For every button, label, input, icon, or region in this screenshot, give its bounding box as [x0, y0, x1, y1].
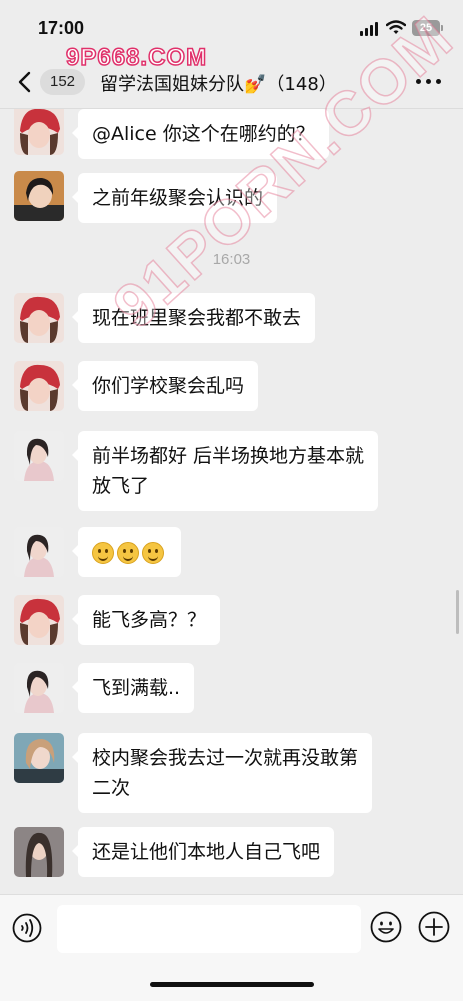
avatar-red-hat-girl[interactable]: [14, 595, 64, 645]
avatar-dark-hair-girl[interactable]: [14, 171, 64, 221]
message-bubble[interactable]: 飞到满载..: [71, 663, 195, 713]
message-bubble[interactable]: 能飞多高？？: [71, 595, 221, 645]
smile-emoji-icon: [117, 541, 139, 564]
message-line: 放飞了: [92, 475, 150, 497]
message-line: 前半场都好 后半场换地方基本就: [92, 445, 365, 467]
battery-icon: 25: [412, 20, 440, 36]
message-bubble[interactable]: 现在班里聚会我都不敢去: [71, 293, 316, 343]
message-bubble[interactable]: @Alice 你这个在哪约的？: [72, 109, 329, 159]
message-timestamp: 16:03: [212, 251, 251, 268]
battery-tip: [441, 25, 443, 31]
back-chevron-icon[interactable]: [14, 70, 38, 94]
more-options-icon[interactable]: [416, 78, 442, 86]
home-indicator[interactable]: [150, 982, 314, 987]
chat-title: 留学法国姐妹分队💅（148）: [100, 74, 337, 95]
message-line: 校内聚会我去过一次就再没敢第: [92, 747, 359, 769]
message-bubble[interactable]: 你们学校聚会乱吗: [71, 361, 259, 411]
smile-emoji-icon: [92, 541, 114, 564]
message-bubble[interactable]: 前半场都好 后半场换地方基本就 放飞了: [71, 431, 379, 511]
message-bubble[interactable]: 校内聚会我去过一次就再没敢第 二次: [71, 733, 373, 813]
message-bubble[interactable]: 还是让他们本地人自己飞吧: [71, 827, 335, 877]
status-time: 17:00: [38, 18, 85, 38]
avatar-pink-hoodie-girl[interactable]: [14, 431, 64, 481]
message-line: 二次: [92, 777, 131, 799]
avatar-red-hat-girl[interactable]: [14, 109, 64, 155]
plus-icon[interactable]: [418, 911, 450, 943]
avatar-pink-hoodie-girl[interactable]: [14, 663, 64, 713]
message-bubble[interactable]: [72, 527, 181, 577]
avatar-pink-hoodie-girl[interactable]: [14, 527, 64, 577]
avatar-red-hat-girl[interactable]: [14, 293, 64, 343]
message-input[interactable]: [57, 905, 361, 953]
message-list[interactable]: @Alice 你这个在哪约的？ 之前年级聚会认识的 16:03 现在班里聚会我都…: [0, 109, 463, 894]
voice-icon[interactable]: [12, 913, 42, 943]
avatar-blonde-girl[interactable]: [14, 733, 64, 783]
wifi-icon: [386, 20, 406, 34]
input-bar: [0, 894, 463, 1001]
avatar-red-hat-girl[interactable]: [14, 361, 64, 411]
cellular-signal-icon: [360, 22, 380, 36]
unread-count-badge[interactable]: 152: [40, 69, 86, 95]
smile-emoji-icon: [142, 541, 164, 564]
scrollbar[interactable]: [456, 590, 459, 634]
message-bubble[interactable]: 之前年级聚会认识的: [71, 173, 278, 223]
emoji-icon[interactable]: [370, 911, 402, 943]
watermark-logo: 9P668.COM: [65, 43, 208, 72]
avatar-long-hair-girl[interactable]: [14, 827, 64, 877]
